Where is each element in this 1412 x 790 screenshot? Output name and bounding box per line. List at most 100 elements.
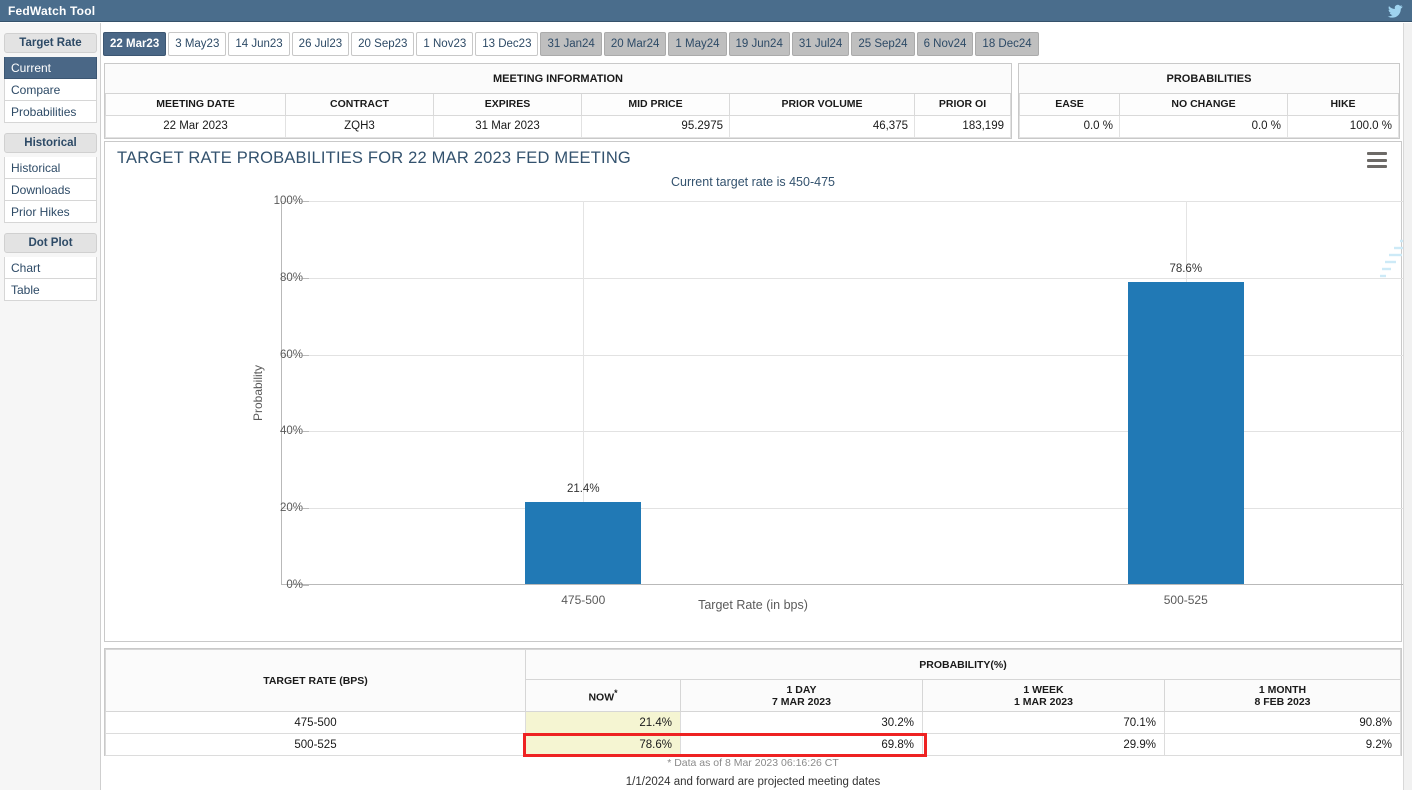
col-expires: EXPIRES bbox=[434, 94, 582, 115]
col-one-week: 1 WEEK 1 MAR 2023 bbox=[923, 680, 1165, 712]
col-one-week-line2: 1 MAR 2023 bbox=[923, 696, 1164, 708]
col-one-month: 1 MONTH 8 FEB 2023 bbox=[1165, 680, 1401, 712]
chart-bar[interactable] bbox=[1128, 282, 1244, 584]
chart-subtitle: Current target rate is 450-475 bbox=[105, 175, 1401, 189]
cell-meeting-date: 22 Mar 2023 bbox=[106, 115, 286, 137]
tab-meeting-31-jan24[interactable]: 31 Jan24 bbox=[540, 32, 601, 56]
cell-ease: 0.0 % bbox=[1020, 115, 1120, 137]
cell-expires: 31 Mar 2023 bbox=[434, 115, 582, 137]
projected-dates-note: 1/1/2024 and forward are projected meeti… bbox=[104, 776, 1402, 788]
table-header-row: EASE NO CHANGE HIKE bbox=[1020, 94, 1399, 115]
sidebar-item-table[interactable]: Table bbox=[4, 279, 97, 301]
y-gridline bbox=[282, 278, 1412, 279]
col-mid-price: MID PRICE bbox=[582, 94, 730, 115]
y-gridline bbox=[282, 201, 1412, 202]
y-axis-label: Probability bbox=[251, 364, 265, 420]
col-one-month-line1: 1 MONTH bbox=[1165, 684, 1400, 696]
window-title-bar: FedWatch Tool bbox=[0, 0, 1412, 22]
sidebar-item-current[interactable]: Current bbox=[4, 57, 97, 79]
sidebar: Target Rate Current Compare Probabilitie… bbox=[0, 23, 101, 790]
tab-meeting-20-sep23[interactable]: 20 Sep23 bbox=[351, 32, 414, 56]
cell-one-month: 9.2% bbox=[1165, 734, 1401, 756]
col-target-rate-bps: TARGET RATE (BPS) bbox=[106, 650, 526, 712]
cell-hike: 100.0 % bbox=[1288, 115, 1399, 137]
col-now-star: * bbox=[614, 688, 617, 698]
hamburger-bar bbox=[1367, 152, 1387, 155]
y-axis-tick-label: 80% bbox=[243, 272, 303, 284]
col-meeting-date: MEETING DATE bbox=[106, 94, 286, 115]
table-row: 0.0 % 0.0 % 100.0 % bbox=[1020, 115, 1399, 137]
cell-mid-price: 95.2975 bbox=[582, 115, 730, 137]
col-one-day-line1: 1 DAY bbox=[681, 684, 922, 696]
cell-now: 21.4% bbox=[526, 712, 681, 734]
sidebar-divider-2 bbox=[4, 223, 96, 233]
cell-one-week: 29.9% bbox=[923, 734, 1165, 756]
y-axis-tick-label: 0% bbox=[243, 579, 303, 591]
sidebar-group-label: Target Rate bbox=[4, 33, 97, 53]
tab-meeting-25-sep24[interactable]: 25 Sep24 bbox=[851, 32, 914, 56]
col-now: NOW* bbox=[526, 680, 681, 712]
sidebar-item-prior-hikes[interactable]: Prior Hikes bbox=[4, 201, 97, 223]
col-one-month-line2: 8 FEB 2023 bbox=[1165, 696, 1400, 708]
col-prior-oi: PRIOR OI bbox=[915, 94, 1011, 115]
tab-meeting-22-mar23[interactable]: 22 Mar23 bbox=[103, 32, 166, 56]
sidebar-item-historical[interactable]: Historical bbox=[4, 157, 97, 179]
cell-no-change: 0.0 % bbox=[1120, 115, 1288, 137]
tab-meeting-3-may23[interactable]: 3 May23 bbox=[168, 32, 226, 56]
chart-bar-value-label: 78.6% bbox=[1169, 263, 1202, 275]
y-axis-tick-label: 60% bbox=[243, 349, 303, 361]
sidebar-group-target-rate: Target Rate Current Compare Probabilitie… bbox=[4, 33, 96, 123]
twitter-icon[interactable] bbox=[1386, 3, 1404, 19]
tab-meeting-20-mar24[interactable]: 20 Mar24 bbox=[604, 32, 667, 56]
sidebar-item-chart[interactable]: Chart bbox=[4, 257, 97, 279]
page-scrollbar[interactable] bbox=[1403, 23, 1412, 790]
x-axis-label: Target Rate (in bps) bbox=[105, 598, 1401, 612]
tab-meeting-14-jun23[interactable]: 14 Jun23 bbox=[228, 32, 289, 56]
app-title: FedWatch Tool bbox=[8, 4, 95, 18]
tab-meeting-6-nov24[interactable]: 6 Nov24 bbox=[917, 32, 974, 56]
probabilities-panel: PROBABILITIES EASE NO CHANGE HIKE 0.0 % … bbox=[1018, 63, 1400, 139]
chart-title: TARGET RATE PROBABILITIES FOR 22 MAR 202… bbox=[117, 149, 631, 168]
cell-prior-volume: 46,375 bbox=[730, 115, 915, 137]
sidebar-item-downloads[interactable]: Downloads bbox=[4, 179, 97, 201]
col-probability-pct: PROBABILITY(%) bbox=[526, 650, 1401, 680]
meeting-information-title: MEETING INFORMATION bbox=[105, 64, 1011, 94]
cell-one-day: 69.8% bbox=[681, 734, 923, 756]
tab-meeting-19-jun24[interactable]: 19 Jun24 bbox=[729, 32, 790, 56]
cell-one-week: 70.1% bbox=[923, 712, 1165, 734]
chart-panel: TARGET RATE PROBABILITIES FOR 22 MAR 202… bbox=[104, 141, 1402, 642]
sidebar-item-compare[interactable]: Compare bbox=[4, 79, 97, 101]
chart-bar[interactable] bbox=[525, 502, 641, 584]
tab-meeting-1-nov23[interactable]: 1 Nov23 bbox=[416, 32, 473, 56]
y-axis-tick-label: 40% bbox=[243, 425, 303, 437]
sidebar-group-label: Historical bbox=[4, 133, 97, 153]
col-no-change: NO CHANGE bbox=[1120, 94, 1288, 115]
col-prior-volume: PRIOR VOLUME bbox=[730, 94, 915, 115]
probability-detail-table: TARGET RATE (BPS) PROBABILITY(%) NOW* 1 … bbox=[105, 649, 1401, 756]
probability-detail-panel: TARGET RATE (BPS) PROBABILITY(%) NOW* 1 … bbox=[104, 648, 1402, 756]
probabilities-table: EASE NO CHANGE HIKE 0.0 % 0.0 % 100.0 % bbox=[1019, 94, 1399, 138]
tab-meeting-31-jul24[interactable]: 31 Jul24 bbox=[792, 32, 849, 56]
tab-meeting-13-dec23[interactable]: 13 Dec23 bbox=[475, 32, 538, 56]
meeting-information-panel: MEETING INFORMATION MEETING DATE CONTRAC… bbox=[104, 63, 1012, 139]
cell-prior-oi: 183,199 bbox=[915, 115, 1011, 137]
cell-one-month: 90.8% bbox=[1165, 712, 1401, 734]
probabilities-title: PROBABILITIES bbox=[1019, 64, 1399, 94]
hamburger-menu-icon[interactable] bbox=[1367, 152, 1387, 168]
table-header-row-top: TARGET RATE (BPS) PROBABILITY(%) bbox=[106, 650, 1401, 680]
cell-now: 78.6% bbox=[526, 734, 681, 756]
chart-plot-area: Probability Q 0%20%40%60%80%100%21.4%475… bbox=[281, 201, 1412, 585]
col-contract: CONTRACT bbox=[286, 94, 434, 115]
tab-meeting-18-dec24[interactable]: 18 Dec24 bbox=[975, 32, 1038, 56]
tab-meeting-26-jul23[interactable]: 26 Jul23 bbox=[292, 32, 349, 56]
col-one-day-line2: 7 MAR 2023 bbox=[681, 696, 922, 708]
top-tables-row: MEETING INFORMATION MEETING DATE CONTRAC… bbox=[104, 63, 1402, 139]
col-now-label: NOW bbox=[588, 691, 614, 703]
chart-bar-value-label: 21.4% bbox=[567, 483, 600, 495]
tab-meeting-1-may24[interactable]: 1 May24 bbox=[668, 32, 726, 56]
table-row: 475-500 21.4% 30.2% 70.1% 90.8% bbox=[106, 712, 1401, 734]
sidebar-group-historical: Historical Historical Downloads Prior Hi… bbox=[4, 133, 96, 223]
sidebar-item-probabilities[interactable]: Probabilities bbox=[4, 101, 97, 123]
y-axis-tick-label: 20% bbox=[243, 502, 303, 514]
table-row: 22 Mar 2023 ZQH3 31 Mar 2023 95.2975 46,… bbox=[106, 115, 1011, 137]
